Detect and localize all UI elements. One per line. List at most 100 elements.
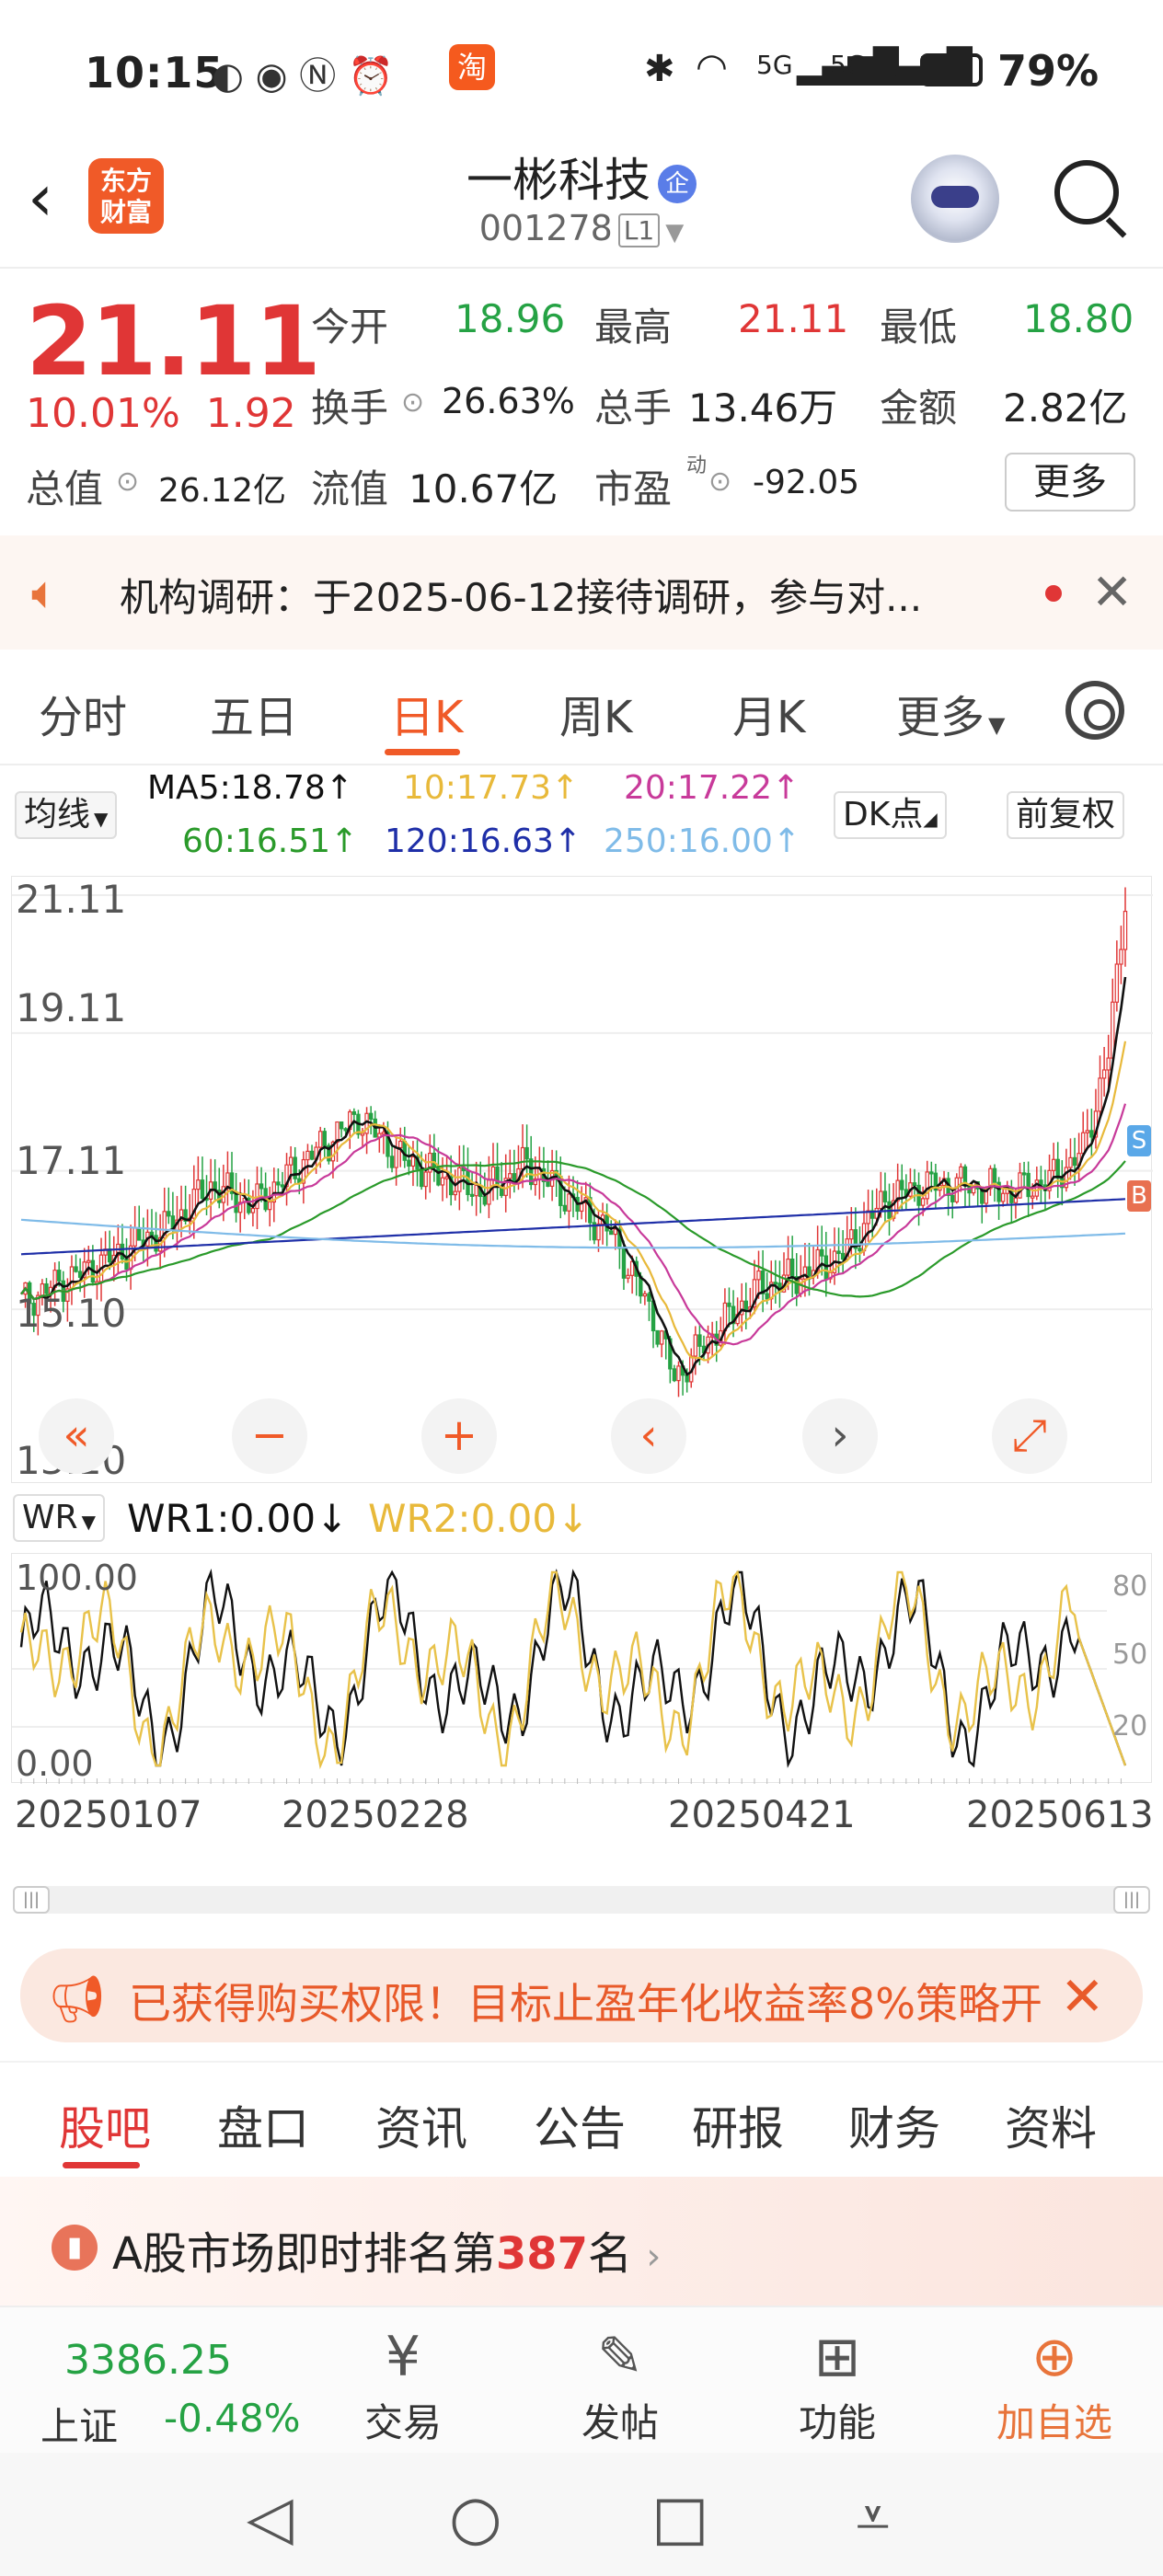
tab-weekly-k[interactable]: 周K [559, 681, 632, 745]
indicator-select[interactable]: 均线 ▼ [15, 791, 118, 839]
dk-point-select[interactable]: DK点◢ [834, 791, 947, 839]
candle-body [419, 1168, 424, 1188]
candle-body [626, 1274, 630, 1279]
nav-recents-icon[interactable]: □ [651, 2482, 708, 2553]
zoom-in-button[interactable]: + [421, 1398, 497, 1474]
wr-chart[interactable]: 100.00 0.00 80 50 20 [11, 1553, 1152, 1784]
tab-five-day[interactable]: 五日 [210, 681, 298, 745]
candle-body [107, 1248, 112, 1263]
plus-circle-icon: ⊕ [1031, 2325, 1078, 2389]
add-watchlist-label: 加自选 [996, 2400, 1112, 2445]
market-rank-card[interactable]: ▮ A股市场即时排名第387名 › [0, 2177, 1163, 2306]
candle-body [154, 1235, 158, 1252]
tab-profile[interactable]: 资料 [1005, 2092, 1097, 2158]
promo-banner[interactable]: 📢︎ 已获得购买权限！目标止盈年化收益率8%策略开 ✕ [20, 1949, 1143, 2042]
candle-body [912, 1182, 917, 1187]
change-pct: 10.01% [26, 390, 180, 437]
candle-body [402, 1140, 407, 1161]
zoom-out-button[interactable]: − [232, 1398, 307, 1474]
tab-news[interactable]: 资讯 [375, 2092, 467, 2158]
notice-bar[interactable]: 🔈︎ 机构调研：于2025-06-12接待调研，参与对... ✕ [0, 535, 1163, 650]
caret-down-icon: ▼ [988, 712, 1006, 738]
wr-right-tick: 50 [1112, 1639, 1148, 1671]
app-icons: ◐ ◉ Ⓝ ⏰ [212, 55, 394, 98]
candle-body [225, 1172, 230, 1188]
tab-guba[interactable]: 股吧 [59, 2092, 151, 2158]
add-watchlist-button[interactable]: ⊕ 加自选 [990, 2322, 1119, 2448]
candle-body [305, 1150, 310, 1161]
buy-marker: B [1127, 1180, 1151, 1212]
candle-body [259, 1183, 264, 1190]
status-time: 10:15 [85, 48, 225, 98]
adjust-select[interactable]: 前复权 [1007, 791, 1125, 839]
tab-finance[interactable]: 财务 [848, 2092, 940, 2158]
range-handle-left[interactable]: ||| [13, 1886, 50, 1914]
grid-icon: ⊞ [813, 2325, 861, 2389]
open-label: 今开 [311, 305, 389, 350]
info-icon[interactable]: ⊙ [116, 466, 139, 498]
gear-icon[interactable] [1065, 681, 1124, 740]
range-scrollbar[interactable]: ||| ||| [13, 1886, 1150, 1914]
scroll-first-button[interactable]: « [39, 1398, 114, 1474]
tab-research[interactable]: 研报 [692, 2092, 784, 2158]
candle-body [389, 1156, 395, 1168]
tab-more[interactable]: 更多 ▼ [896, 681, 1005, 745]
candle-body [309, 1150, 315, 1160]
candle-body [381, 1132, 386, 1135]
caret-icon: ◢ [923, 808, 938, 830]
info-icon[interactable]: ⊙ [401, 386, 424, 419]
index-value[interactable]: 3386.25 [64, 2337, 232, 2384]
candle-body [520, 1146, 525, 1170]
amount-value: 2.82亿 [1003, 385, 1128, 431]
close-icon[interactable]: ✕ [1060, 1965, 1105, 2028]
candle-body [613, 1228, 618, 1236]
rank-pre: A股市场即时排名第 [112, 2228, 496, 2280]
tab-monthly-k[interactable]: 月K [732, 681, 805, 745]
candle-body [609, 1230, 614, 1236]
scroll-left-button[interactable]: ‹ [611, 1398, 686, 1474]
fullscreen-button[interactable]: ⤢ [992, 1398, 1067, 1474]
chevron-right-icon: › [646, 2236, 662, 2278]
pe-label: 市盈 [594, 466, 673, 512]
function-button[interactable]: ⊞ 功能 [773, 2322, 902, 2448]
candle-body [69, 1266, 75, 1290]
search-icon[interactable] [1054, 160, 1119, 224]
kline-chart[interactable]: 21.11 19.11 17.11 15.10 13.10 S B [11, 876, 1153, 1483]
nav-menu-icon[interactable]: ⩡ [856, 2482, 890, 2555]
candle-body [642, 1293, 648, 1297]
tab-pankou[interactable]: 盘口 [217, 2092, 309, 2158]
candle-body [647, 1293, 651, 1302]
nav-home-icon[interactable]: ○ [449, 2482, 502, 2553]
robot-avatar-icon[interactable] [911, 155, 999, 243]
candle-body [760, 1270, 766, 1294]
period-tabs: 分时 五日 日K 周K 月K 更多 ▼ [0, 650, 1163, 765]
range-handle-right[interactable]: ||| [1113, 1886, 1150, 1914]
sub-indicator-select[interactable]: WR ▼ [13, 1494, 105, 1542]
candle-body [773, 1282, 778, 1285]
tab-daily-k[interactable]: 日K [390, 681, 463, 745]
candle-body [490, 1166, 496, 1181]
candle-body [423, 1171, 428, 1188]
candle-body [250, 1207, 256, 1213]
candle-body [765, 1293, 769, 1300]
post-button[interactable]: ✎ 发帖 [556, 2322, 685, 2448]
trade-button[interactable]: ¥ 交易 [339, 2322, 467, 2448]
index-pct[interactable]: -0.48% [164, 2396, 301, 2441]
candle-body [317, 1131, 323, 1148]
close-icon[interactable]: ✕ [1091, 563, 1133, 621]
candle-body [474, 1184, 478, 1197]
nav-back-icon[interactable]: ◁ [247, 2482, 294, 2553]
candle-body [1119, 949, 1123, 965]
more-button[interactable]: 更多 [1005, 453, 1135, 512]
info-icon[interactable]: ⊙ [708, 466, 731, 498]
candle-body [849, 1229, 854, 1240]
tab-announcement[interactable]: 公告 [534, 2092, 626, 2158]
candle-body [453, 1190, 457, 1196]
scroll-right-button[interactable]: › [802, 1398, 878, 1474]
ma20-line [20, 1103, 1127, 1346]
index-name[interactable]: 上证 [40, 2396, 118, 2452]
candle-body [959, 1166, 963, 1179]
wr-bottom-tick: 0.00 [16, 1743, 94, 1784]
tab-minute[interactable]: 分时 [39, 681, 127, 745]
candle-body [1021, 1172, 1027, 1176]
